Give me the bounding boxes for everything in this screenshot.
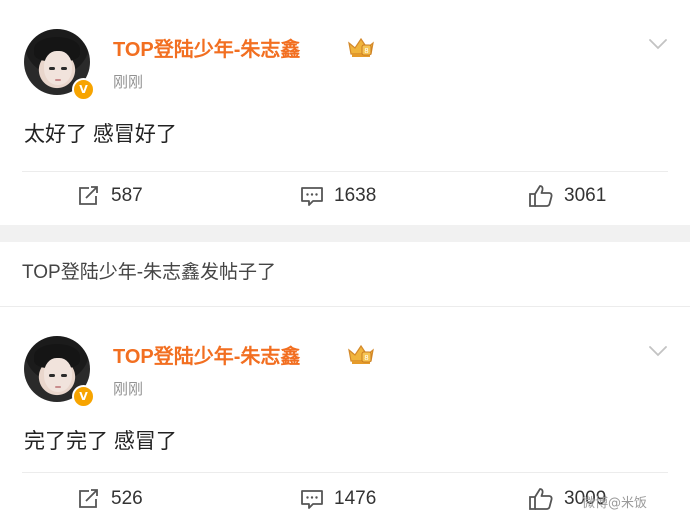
crown-badge-icon: 8 (348, 344, 374, 364)
post-card: V TOP登陆少年-朱志鑫 8 刚刚 太好了 感冒好了 587 1638 306… (0, 0, 690, 225)
post-content: 完了完了 感冒了 (24, 430, 177, 453)
timestamp: 刚刚 (113, 380, 144, 398)
watermark: 微博@米饭 (582, 496, 648, 511)
comment-icon (301, 187, 323, 206)
verified-v-icon: V (72, 78, 95, 101)
repost-button[interactable]: 526 (77, 475, 143, 523)
repost-icon (79, 489, 98, 508)
action-bar: 587 1638 3061 (0, 172, 690, 220)
timestamp: 刚刚 (113, 73, 144, 91)
like-button[interactable]: 3061 (528, 172, 606, 220)
svg-text:8: 8 (364, 354, 368, 362)
like-icon (529, 185, 553, 207)
repost-icon (79, 186, 98, 205)
repost-button[interactable]: 587 (77, 172, 143, 220)
divider (22, 472, 668, 473)
comment-count: 1638 (334, 185, 377, 206)
repost-count: 587 (111, 185, 143, 206)
comment-button[interactable]: 1476 (300, 475, 376, 523)
svg-text:8: 8 (364, 47, 368, 55)
chevron-down-icon[interactable] (649, 38, 667, 50)
verified-v-icon: V (72, 385, 95, 408)
comment-button[interactable]: 1638 (300, 172, 376, 220)
chevron-down-icon[interactable] (649, 345, 667, 357)
username[interactable]: TOP登陆少年-朱志鑫 (113, 33, 300, 62)
like-icon (529, 488, 553, 510)
section-gap (0, 225, 690, 242)
username[interactable]: TOP登陆少年-朱志鑫 (113, 340, 300, 369)
banner-text: TOP登陆少年-朱志鑫发帖子了 (22, 262, 277, 283)
notification-banner[interactable]: TOP登陆少年-朱志鑫发帖子了 (0, 242, 690, 307)
like-count: 3061 (564, 185, 607, 206)
repost-count: 526 (111, 488, 143, 509)
comment-icon (301, 490, 323, 509)
comment-count: 1476 (334, 488, 377, 509)
crown-badge-icon: 8 (348, 37, 374, 57)
post-content: 太好了 感冒好了 (24, 123, 177, 146)
